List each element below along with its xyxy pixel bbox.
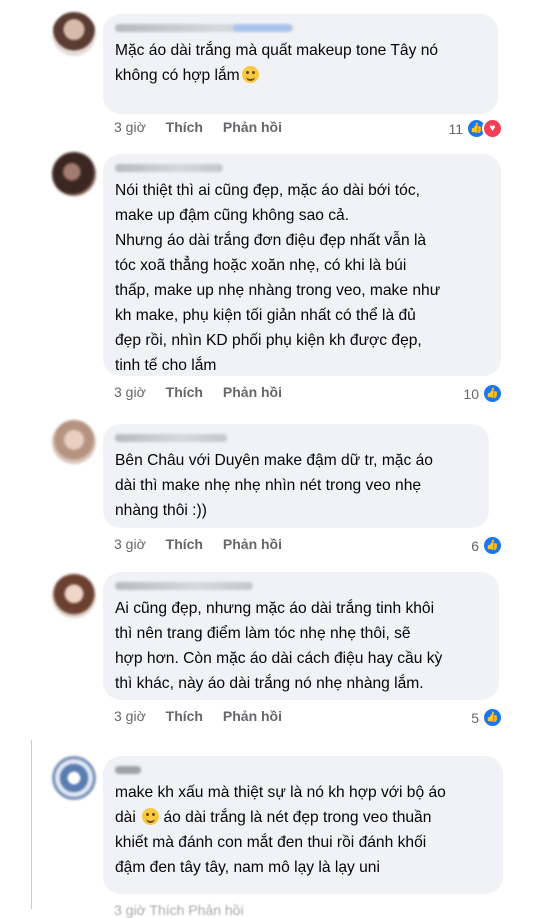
comment-text: Bên Châu với Duyên make đậm dữ tr, mặc á… (115, 452, 433, 519)
smiling-emoji-icon (142, 808, 160, 825)
timestamp[interactable]: 3 giờ (114, 119, 146, 135)
comment-bubble: Bên Châu với Duyên make đậm dữ tr, mặc á… (103, 424, 489, 528)
author-name-blurred[interactable] (115, 164, 223, 172)
like-button[interactable]: Thích (166, 384, 203, 400)
avatar[interactable] (52, 152, 96, 196)
reaction-count[interactable]: 10 👍 (463, 383, 503, 404)
comment-text: make kh xấu mà thiệt sự là nó kh hợp với… (115, 784, 446, 876)
like-button[interactable]: Thích (166, 119, 203, 135)
author-name-blurred[interactable] (115, 24, 293, 32)
grinning-sweat-emoji-icon (241, 66, 259, 83)
comment-actions-cut-off: 3 giờ Thích Phản hồi (114, 902, 244, 918)
timestamp[interactable]: 3 giờ (114, 536, 146, 552)
timestamp[interactable]: 3 giờ (114, 708, 146, 724)
reply-button[interactable]: Phản hồi (223, 708, 282, 724)
like-button[interactable]: Thích (166, 536, 203, 552)
comment-bubble: Mặc áo dài trắng mà quất makeup tone Tây… (103, 14, 498, 114)
comment-bubble: make kh xấu mà thiệt sự là nó kh hợp với… (103, 756, 503, 894)
timestamp[interactable]: 3 giờ (114, 384, 146, 400)
reaction-count[interactable]: 6 👍 (471, 535, 503, 556)
comment-text: Mặc áo dài trắng mà quất makeup tone Tây… (115, 42, 439, 84)
comment-actions: 3 giờ Thích Phản hồi (114, 536, 298, 552)
comment-text: Ai cũng đẹp, nhưng mặc áo dài trắng tinh… (115, 600, 443, 692)
reply-button[interactable]: Phản hồi (223, 384, 282, 400)
comment-bubble: Ai cũng đẹp, nhưng mặc áo dài trắng tinh… (103, 572, 499, 700)
author-name-blurred[interactable] (115, 766, 141, 774)
comment-actions: 3 giờ Thích Phản hồi (114, 708, 298, 724)
comment-text: Nói thiệt thì ai cũng đẹp, mặc áo dài bớ… (115, 182, 441, 374)
like-button[interactable]: Thích (166, 708, 203, 724)
reaction-count[interactable]: 5 👍 (471, 707, 503, 728)
author-name-blurred[interactable] (115, 434, 227, 442)
reply-button[interactable]: Phản hồi (223, 536, 282, 552)
avatar[interactable] (52, 420, 96, 464)
like-icon: 👍 (482, 535, 503, 556)
author-name-blurred[interactable] (115, 582, 253, 590)
like-icon: 👍 (482, 383, 503, 404)
avatar[interactable] (52, 756, 96, 800)
thread-line (31, 740, 32, 909)
like-icon: 👍 (482, 707, 503, 728)
reply-button[interactable]: Phản hồi (223, 119, 282, 135)
reaction-count[interactable]: 11 👍 ♥ (448, 118, 503, 139)
avatar[interactable] (52, 574, 96, 618)
comment-actions: 3 giờ Thích Phản hồi (114, 119, 298, 135)
comment-bubble: Nói thiệt thì ai cũng đẹp, mặc áo dài bớ… (103, 154, 501, 376)
love-icon: ♥ (482, 118, 503, 139)
comment-actions: 3 giờ Thích Phản hồi (114, 384, 298, 400)
avatar[interactable] (52, 12, 96, 56)
